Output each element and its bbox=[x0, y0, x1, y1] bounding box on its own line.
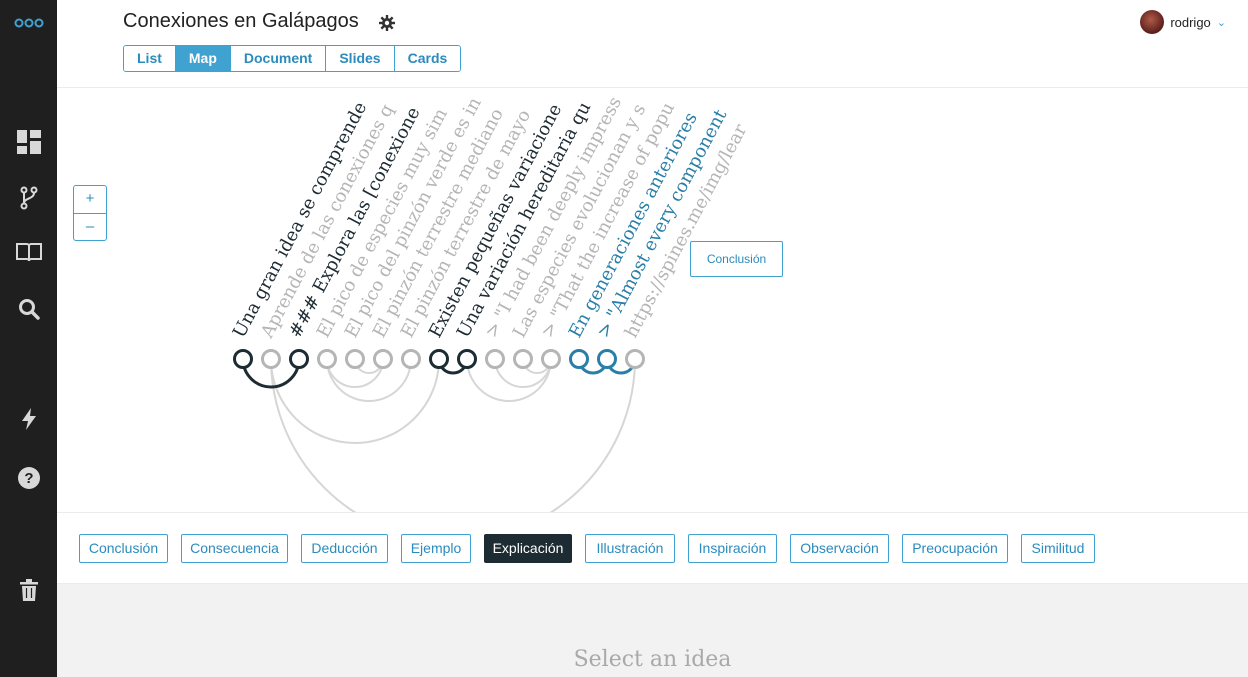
tab-list[interactable]: List bbox=[124, 46, 175, 71]
category-deduccion[interactable]: Deducción bbox=[301, 534, 388, 563]
category-similitud[interactable]: Similitud bbox=[1021, 534, 1095, 563]
idea-node bbox=[457, 349, 477, 369]
user-menu[interactable]: rodrigo ⌄ bbox=[1140, 10, 1226, 34]
idea-map[interactable]: Una gran idea se comprende Aprende de las… bbox=[57, 88, 1248, 512]
header: Conexiones en Galápagos List Map Documen… bbox=[57, 0, 1248, 88]
gear-icon[interactable] bbox=[379, 15, 395, 36]
zoom-in-button[interactable]: + bbox=[74, 186, 106, 213]
tab-map[interactable]: Map bbox=[174, 46, 230, 71]
view-tabs: List Map Document Slides Cards bbox=[123, 45, 462, 72]
category-conclusion[interactable]: Conclusión bbox=[79, 534, 168, 563]
book-icon[interactable] bbox=[14, 237, 44, 267]
connection-arc bbox=[326, 358, 412, 402]
category-inspiracion[interactable]: Inspiración bbox=[688, 534, 777, 563]
category-explicacion[interactable]: Explicación bbox=[484, 534, 572, 563]
category-ejemplo[interactable]: Ejemplo bbox=[401, 534, 471, 563]
idea-node bbox=[289, 349, 309, 369]
idea-node bbox=[625, 349, 645, 369]
lightning-icon[interactable] bbox=[14, 404, 44, 434]
category-observacion[interactable]: Observación bbox=[790, 534, 889, 563]
detail-panel: Select an idea bbox=[57, 584, 1248, 677]
page-title: Conexiones en Galápagos bbox=[123, 10, 359, 32]
idea-node bbox=[429, 349, 449, 369]
idea-node bbox=[401, 349, 421, 369]
sidebar: ? bbox=[0, 0, 57, 677]
branch-icon[interactable] bbox=[14, 183, 44, 213]
chevron-down-icon: ⌄ bbox=[1216, 16, 1226, 29]
idea-node bbox=[317, 349, 337, 369]
tab-slides[interactable]: Slides bbox=[325, 46, 394, 71]
trash-icon[interactable] bbox=[14, 575, 44, 605]
idea-node bbox=[485, 349, 505, 369]
logo-icon[interactable] bbox=[14, 8, 44, 38]
category-consecuencia[interactable]: Consecuencia bbox=[181, 534, 288, 563]
category-bar: Conclusión Consecuencia Deducción Ejempl… bbox=[57, 512, 1248, 584]
idea-node bbox=[345, 349, 365, 369]
user-name: rodrigo bbox=[1170, 14, 1211, 30]
idea-node bbox=[513, 349, 533, 369]
svg-text:?: ? bbox=[24, 470, 33, 487]
idea-node bbox=[261, 349, 281, 369]
idea-node bbox=[597, 349, 617, 369]
search-icon[interactable] bbox=[14, 294, 44, 324]
zoom-controls: + – bbox=[73, 185, 107, 241]
conclusion-node[interactable]: Conclusión bbox=[690, 241, 783, 277]
tab-document[interactable]: Document bbox=[229, 46, 326, 71]
category-preocupacion[interactable]: Preocupación bbox=[902, 534, 1008, 563]
idea-node bbox=[541, 349, 561, 369]
connection-arc bbox=[466, 358, 552, 402]
avatar bbox=[1140, 10, 1165, 34]
tab-cards[interactable]: Cards bbox=[393, 46, 461, 71]
select-idea-placeholder: Select an idea bbox=[573, 647, 732, 672]
connection-arc bbox=[270, 358, 636, 512]
idea-node bbox=[569, 349, 589, 369]
help-icon[interactable]: ? bbox=[14, 463, 44, 493]
idea-node bbox=[373, 349, 393, 369]
idea-node bbox=[233, 349, 253, 369]
zoom-out-button[interactable]: – bbox=[74, 213, 106, 240]
dashboard-icon[interactable] bbox=[14, 127, 44, 157]
category-ilustracion[interactable]: Illustración bbox=[585, 534, 675, 563]
arc-diagram: Una gran idea se comprendeAprende de las… bbox=[229, 93, 752, 512]
